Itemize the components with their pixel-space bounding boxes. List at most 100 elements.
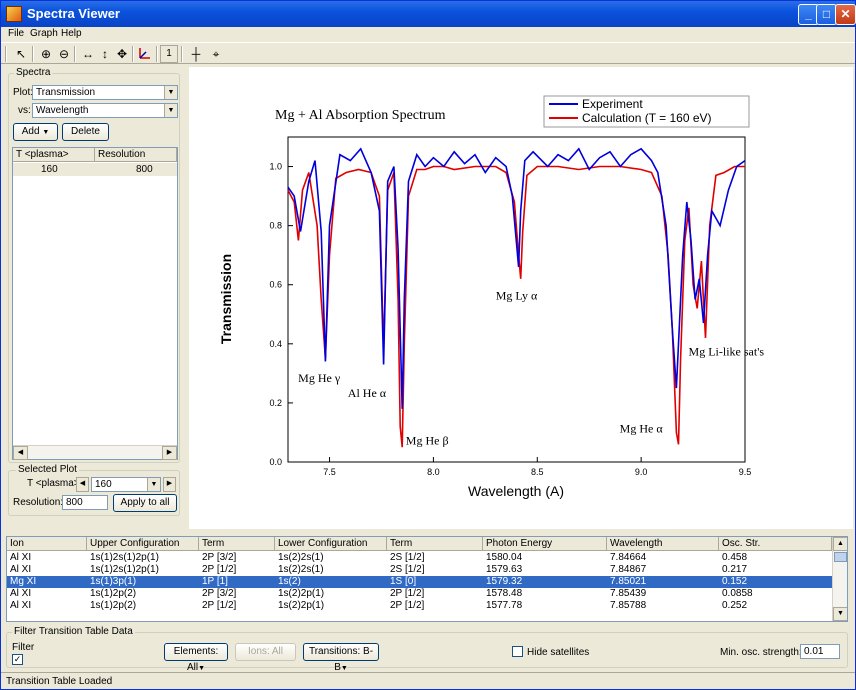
table-cell: 1s(1)2p(2): [90, 588, 137, 599]
dropdown-arrow-icon: ▼: [198, 665, 206, 672]
table-cell: 2P [1/2]: [202, 600, 237, 611]
table-cell: Al XI: [10, 600, 32, 611]
elements-label: Elements: All: [173, 646, 219, 673]
y-axis-label: Transmission: [218, 254, 234, 344]
scroll-up-icon[interactable]: ▲: [833, 537, 847, 551]
add-button[interactable]: Add ▼: [13, 123, 58, 141]
elements-dropdown-button[interactable]: Elements: All▼: [164, 643, 228, 673]
vertical-scrollbar[interactable]: ▲ ▼: [832, 537, 847, 621]
col-ion[interactable]: Ion: [7, 537, 87, 551]
table-cell: Al XI: [10, 564, 32, 575]
dropdown-arrow-icon: ▼: [340, 665, 348, 672]
vs-select[interactable]: Wavelength ▼: [32, 103, 178, 118]
scroll-left-icon[interactable]: ◀: [13, 446, 28, 460]
table-cell: 1P [1]: [202, 576, 228, 587]
x-tick-label: 8.5: [531, 467, 544, 477]
pan-horizontal-icon[interactable]: ↔: [79, 45, 97, 63]
transition-table[interactable]: Ion Upper Configuration Term Lower Confi…: [6, 536, 848, 622]
x-tick-label: 9.0: [635, 467, 648, 477]
col-osc-str[interactable]: Osc. Str.: [719, 537, 832, 551]
target-icon[interactable]: ⌖: [207, 45, 225, 63]
col-lower-term[interactable]: Term: [387, 537, 483, 551]
y-tick-label: 0.6: [269, 280, 282, 290]
table-row[interactable]: Mg XI 1s(1)3p(1) 1P [1] 1s(2) 1S [0] 1579.32 7…: [7, 576, 832, 588]
ions-button[interactable]: Ions: All: [235, 643, 296, 661]
spectrum-chart[interactable]: 7.5 8.0 8.5 9.0 9.5 0.0 0.2 0.4 0.6 0.8 1.0 Mg He …: [189, 67, 853, 529]
col-photon-energy[interactable]: Photon Energy: [483, 537, 607, 551]
plot-select[interactable]: Transmission ▼: [32, 85, 178, 100]
list-item-t: 160: [41, 164, 58, 175]
crosshair-icon[interactable]: ┼: [187, 45, 205, 63]
filter-checkbox[interactable]: ✓: [12, 654, 23, 665]
table-cell: 2S [1/2]: [390, 552, 425, 563]
pan-vertical-icon[interactable]: ↕: [96, 45, 114, 63]
toolbar-separator: [132, 46, 134, 62]
pointer-icon[interactable]: ↖: [12, 45, 30, 63]
t-plasma-select[interactable]: 160 ▼: [91, 477, 161, 492]
t-plasma-value: 160: [95, 479, 112, 490]
scroll-down-icon[interactable]: ▼: [833, 607, 847, 621]
peak-annotation: Al He α: [348, 386, 387, 400]
maximize-button[interactable]: □: [816, 4, 837, 25]
menu-file[interactable]: File: [8, 28, 24, 39]
col-lower-configuration[interactable]: Lower Configuration: [275, 537, 387, 551]
table-cell: 1s(1)3p(1): [90, 576, 137, 587]
close-button[interactable]: ✕: [835, 4, 856, 25]
table-row[interactable]: Al XI 1s(1)2p(2) 2P [3/2] 1s(2)2p(1) 2P [1/2…: [7, 588, 832, 600]
delete-button[interactable]: Delete: [62, 123, 109, 141]
spectra-list[interactable]: T <plasma> Resolution 160 800 ◀ ▶: [12, 147, 178, 460]
toolbar-separator: [156, 46, 158, 62]
min-osc-strength-input[interactable]: 0.01: [800, 644, 840, 659]
menu-graph[interactable]: Graph: [30, 28, 58, 39]
table-cell: 1s(1)2s(1)2p(1): [90, 552, 159, 563]
scroll-right-icon[interactable]: ▶: [162, 446, 177, 460]
transitions-dropdown-button[interactable]: Transitions: B-B▼: [303, 643, 379, 673]
list-item-resolution: 800: [136, 164, 153, 175]
table-cell: 0.0858: [722, 588, 753, 599]
col-upper-term[interactable]: Term: [199, 537, 275, 551]
hide-satellites-checkbox[interactable]: [512, 646, 523, 657]
col-upper-configuration[interactable]: Upper Configuration: [87, 537, 199, 551]
spectra-col-t-plasma[interactable]: T <plasma>: [13, 148, 95, 162]
prev-arrow-icon[interactable]: ◀: [76, 477, 89, 492]
app-window: Spectra Viewer _ □ ✕ File Graph Help ↖ ⊕…: [0, 0, 856, 690]
toolbar-grip: [5, 46, 7, 62]
spectra-col-resolution[interactable]: Resolution: [95, 148, 177, 162]
table-row[interactable]: Al XI 1s(1)2p(2) 2P [1/2] 1s(2)2p(1) 2P [1/2…: [7, 600, 832, 612]
apply-to-all-button[interactable]: Apply to all: [113, 494, 177, 512]
resolution-input[interactable]: 800: [62, 495, 108, 510]
scrollbar-thumb[interactable]: [834, 552, 847, 562]
table-cell: 1s(1)2p(2): [90, 600, 137, 611]
zoom-in-icon[interactable]: ⊕: [37, 45, 55, 63]
table-row[interactable]: Al XI 1s(1)2s(1)2p(1) 2P [3/2] 1s(2)2s(1) 2S…: [7, 552, 832, 564]
zoom-out-icon[interactable]: ⊖: [55, 45, 73, 63]
reset-zoom-button[interactable]: 1: [160, 45, 178, 63]
pan-all-icon[interactable]: ✥: [113, 45, 131, 63]
list-item[interactable]: 160 800: [13, 163, 177, 176]
y-tick-label: 0.4: [269, 339, 282, 349]
title-bar[interactable]: Spectra Viewer _ □ ✕: [1, 1, 856, 27]
resolution-label: Resolution:: [13, 497, 64, 508]
y-tick-label: 1.0: [269, 162, 282, 172]
toolbar: ↖ ⊕ ⊖ ↔ ↕ ✥ 1 ┼ ⌖: [1, 42, 855, 64]
x-axis-label: Wavelength (A): [468, 483, 564, 499]
table-cell: 1579.32: [486, 576, 523, 587]
table-cell: 2P [1/2]: [390, 600, 425, 611]
table-cell: 1579.63: [486, 564, 523, 575]
axes-icon[interactable]: [136, 45, 154, 63]
spectra-group-label: Spectra: [14, 67, 53, 78]
horizontal-scrollbar[interactable]: ◀ ▶: [13, 445, 177, 460]
table-cell: 1577.78: [486, 600, 523, 611]
menu-help[interactable]: Help: [61, 28, 82, 39]
next-arrow-icon[interactable]: ▶: [163, 477, 176, 492]
table-cell: 7.85439: [610, 588, 647, 599]
vs-select-value: Wavelength: [36, 105, 89, 116]
menu-bar: File Graph Help: [1, 27, 855, 41]
col-wavelength[interactable]: Wavelength: [607, 537, 719, 551]
plot-select-value: Transmission: [36, 87, 96, 98]
chart-panel[interactable]: 7.5 8.0 8.5 9.0 9.5 0.0 0.2 0.4 0.6 0.8 1.0 Mg He …: [189, 67, 853, 529]
table-row[interactable]: Al XI 1s(1)2s(1)2p(1) 2P [1/2] 1s(2)2s(1) 2S…: [7, 564, 832, 576]
table-cell: 1s(2)2s(1): [278, 552, 324, 563]
x-tick-label: 7.5: [323, 467, 336, 477]
table-cell: Al XI: [10, 588, 32, 599]
